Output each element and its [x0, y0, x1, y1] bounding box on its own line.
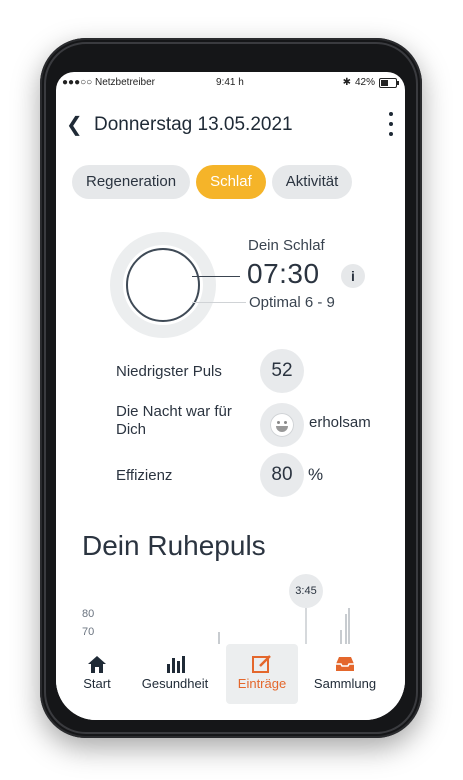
- sleep-ring: [110, 232, 216, 338]
- efficiency-label: Effizienz: [116, 467, 173, 484]
- nav-label: Sammlung: [313, 676, 377, 691]
- status-time: 9:41 h: [216, 77, 244, 88]
- nav-start[interactable]: Start: [74, 644, 120, 704]
- night-quality-value: erholsam: [309, 414, 371, 431]
- bluetooth-icon: ✱: [342, 77, 351, 88]
- resting-pulse-chart: [218, 608, 350, 644]
- sleep-duration: 07:30: [247, 258, 320, 289]
- sleep-label: Dein Schlaf: [248, 237, 325, 254]
- nav-label: Gesundheit: [141, 676, 209, 691]
- sleep-connector-line: [192, 276, 240, 277]
- lowest-pulse-label: Niedrigster Puls: [116, 363, 222, 380]
- nav-label: Start: [83, 676, 111, 691]
- lowest-pulse-value: 52: [260, 349, 304, 393]
- bar-chart-icon: [167, 656, 185, 673]
- carrier-label: ●●●○○ Netzbetreiber: [62, 77, 156, 88]
- tab-schlaf[interactable]: Schlaf: [196, 165, 266, 199]
- nav-gesundheit[interactable]: Gesundheit: [130, 644, 220, 704]
- nav-label: Einträge: [237, 676, 287, 691]
- pulse-bar: [340, 630, 342, 644]
- header: ❮ Donnerstag 13.05.2021: [56, 112, 405, 140]
- back-chevron-icon[interactable]: ❮: [66, 112, 83, 137]
- status-bar: ●●●○○ Netzbetreiber 9:41 h ✱ 42%: [56, 72, 405, 94]
- efficiency-value: 80: [260, 453, 304, 497]
- status-right: ✱ 42%: [342, 77, 399, 88]
- tab-bar: Regeneration Schlaf Aktivität: [72, 165, 353, 199]
- chart-marker-time[interactable]: 3:45: [289, 574, 323, 608]
- tab-regeneration[interactable]: Regeneration: [72, 165, 191, 199]
- info-icon[interactable]: i: [341, 264, 365, 288]
- more-options-icon[interactable]: [387, 112, 395, 136]
- pulse-bar: [218, 632, 220, 644]
- night-quality-label: Die Nacht war für Dich: [116, 403, 232, 438]
- y-tick-label: 70: [82, 626, 95, 638]
- battery-percent: 42%: [354, 77, 375, 88]
- bottom-nav: Start Gesundheit Einträge Sammlung: [56, 644, 405, 720]
- y-tick-label: 80: [82, 608, 95, 620]
- efficiency-unit: %: [308, 465, 324, 484]
- app-screen: ●●●○○ Netzbetreiber 9:41 h ✱ 42% ❮ Donne…: [56, 72, 405, 720]
- pulse-bar: [345, 614, 347, 644]
- edit-icon: [252, 655, 271, 673]
- smiley-icon: [260, 403, 304, 447]
- sleep-optimal-range: Optimal 6 - 9: [249, 294, 335, 311]
- nav-eintraege[interactable]: Einträge: [226, 644, 298, 704]
- page-title: Donnerstag 13.05.2021: [94, 114, 293, 135]
- battery-icon: [379, 77, 399, 88]
- home-icon: [88, 656, 106, 673]
- inbox-icon: [336, 657, 354, 671]
- nav-sammlung[interactable]: Sammlung: [304, 644, 386, 704]
- pulse-bar: [348, 608, 350, 644]
- resting-pulse-title: Dein Ruhepuls: [82, 530, 266, 561]
- tab-aktivitaet[interactable]: Aktivität: [271, 165, 353, 199]
- optimal-connector-line: [192, 302, 246, 303]
